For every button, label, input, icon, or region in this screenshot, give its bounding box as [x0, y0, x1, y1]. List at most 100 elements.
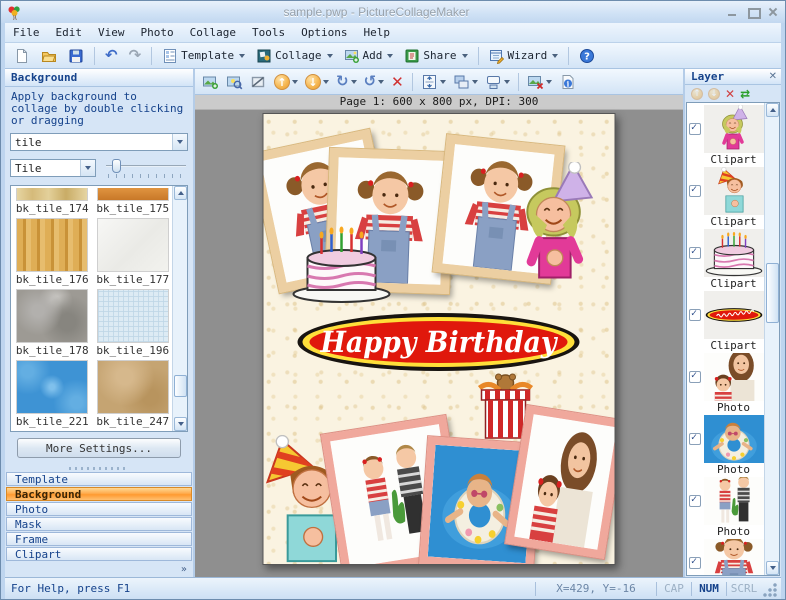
tab-template[interactable]: Template — [6, 472, 192, 486]
save-button[interactable] — [63, 45, 89, 67]
menu-options[interactable]: Options — [293, 24, 355, 41]
template-button[interactable]: Template — [157, 45, 250, 67]
background-type-dropdown[interactable]: Tile — [10, 159, 96, 177]
collage-page[interactable]: Happy Birthday — [263, 113, 616, 565]
menu-help[interactable]: Help — [355, 24, 398, 41]
bring-forward-caret[interactable] — [292, 80, 298, 84]
tile-thumbnail[interactable] — [97, 289, 169, 343]
layer-thumbnail-pool-photo[interactable] — [704, 415, 764, 463]
tile-thumbnail[interactable] — [16, 188, 88, 201]
bring-forward-button[interactable]: ↑ — [271, 71, 301, 93]
send-backward-caret[interactable] — [323, 80, 329, 84]
tab-frame[interactable]: Frame — [6, 532, 192, 546]
scroll-up-arrow[interactable] — [174, 186, 187, 200]
remove-background-caret[interactable] — [546, 80, 552, 84]
layer-visibility-checkbox[interactable] — [689, 495, 701, 507]
layer-delete-button[interactable]: ✕ — [725, 87, 735, 101]
menu-photo[interactable]: Photo — [133, 24, 182, 41]
share-button[interactable]: Share — [399, 45, 472, 67]
collage-button[interactable]: Collage — [251, 45, 337, 67]
expand-chevron-icon[interactable]: » — [181, 564, 187, 575]
layer-order-caret[interactable] — [472, 80, 478, 84]
layer-item[interactable]: Clipart — [689, 105, 764, 166]
tile-list-scrollbar[interactable] — [172, 186, 187, 431]
fit-page-button[interactable] — [418, 71, 449, 93]
tile-thumbnail[interactable] — [16, 289, 88, 343]
tile-thumbnail[interactable] — [97, 218, 169, 272]
remove-background-button[interactable] — [524, 71, 555, 93]
layer-item[interactable] — [689, 539, 764, 576]
fit-page-caret[interactable] — [440, 80, 446, 84]
layer-visibility-checkbox[interactable] — [689, 371, 701, 383]
rotate-cw-button[interactable]: ↻ — [333, 71, 360, 92]
tile-item[interactable]: bk_tile_174 — [15, 188, 90, 216]
menu-tools[interactable]: Tools — [244, 24, 293, 41]
layer-item[interactable]: Photo — [689, 353, 764, 414]
add-button[interactable]: Add — [339, 45, 399, 67]
layer-thumbnail-cake-clipart[interactable] — [704, 229, 764, 277]
layer-thumbnail-toddler-photo[interactable] — [704, 539, 764, 576]
girl-clipart[interactable] — [516, 162, 600, 288]
tab-mask[interactable]: Mask — [6, 517, 192, 531]
page-size-button[interactable] — [482, 71, 513, 93]
tile-item[interactable]: bk_tile_176 — [15, 218, 90, 287]
birthday-banner[interactable]: Happy Birthday — [296, 312, 582, 377]
menu-collage[interactable]: Collage — [182, 24, 244, 41]
minimize-button[interactable] — [727, 7, 739, 17]
layer-visibility-checkbox[interactable] — [689, 185, 701, 197]
tab-background[interactable]: Background — [6, 487, 192, 501]
replace-photo-button[interactable] — [223, 71, 246, 93]
layer-thumbnail-mother-photo[interactable] — [704, 353, 764, 401]
delete-object-button[interactable]: ✕ — [388, 70, 407, 94]
layer-visibility-checkbox[interactable] — [689, 123, 701, 135]
resize-grip[interactable] — [763, 583, 779, 599]
tile-thumbnail[interactable] — [97, 360, 169, 414]
menu-view[interactable]: View — [90, 24, 133, 41]
tile-item[interactable]: bk_tile_177 — [96, 218, 171, 287]
panel-splitter-handle[interactable] — [5, 464, 193, 472]
tile-item[interactable]: bk_tile_175 — [96, 188, 171, 216]
layer-item[interactable]: Clipart — [689, 291, 764, 352]
rotate-cw-caret[interactable] — [351, 80, 357, 84]
background-category-dropdown[interactable]: tile — [10, 133, 188, 151]
scroll-down-arrow[interactable] — [766, 561, 779, 575]
new-button[interactable] — [9, 45, 35, 67]
scroll-down-arrow[interactable] — [174, 417, 187, 431]
layer-visibility-checkbox[interactable] — [689, 247, 701, 259]
undo-button[interactable]: ↶ — [100, 45, 123, 66]
tile-item[interactable]: bk_tile_196 — [96, 289, 171, 358]
rotate-ccw-button[interactable]: ↺ — [361, 71, 388, 92]
tile-thumbnail[interactable] — [16, 360, 88, 414]
tab-clipart[interactable]: Clipart — [6, 547, 192, 561]
tile-item[interactable]: bk_tile_178 — [15, 289, 90, 358]
cake-clipart[interactable] — [290, 222, 394, 304]
scrollbar-thumb[interactable] — [174, 375, 187, 397]
rotate-ccw-caret[interactable] — [378, 80, 384, 84]
layer-item[interactable]: Clipart — [689, 167, 764, 228]
scrollbar-thumb[interactable] — [766, 263, 779, 323]
page-size-caret[interactable] — [504, 80, 510, 84]
tab-photo[interactable]: Photo — [6, 502, 192, 516]
wizard-button[interactable]: Wizard — [484, 45, 564, 67]
restore-button[interactable] — [747, 7, 759, 17]
tile-item[interactable]: bk_tile_221 — [15, 360, 90, 429]
layer-thumbnail-girl-clipart[interactable] — [704, 105, 764, 153]
layer-thumbnail-banner-clipart[interactable] — [704, 291, 764, 339]
tile-thumbnail[interactable] — [16, 218, 88, 272]
more-settings-button[interactable]: More Settings... — [17, 438, 181, 458]
layer-thumbnail-boy-clipart[interactable] — [704, 167, 764, 215]
redo-button[interactable]: ↷ — [124, 45, 147, 66]
close-button[interactable] — [767, 7, 779, 17]
properties-button[interactable]: i — [556, 71, 579, 93]
menu-edit[interactable]: Edit — [48, 24, 91, 41]
layer-visibility-checkbox[interactable] — [689, 309, 701, 321]
layer-item[interactable]: Photo — [689, 477, 764, 538]
scroll-up-arrow[interactable] — [766, 103, 779, 117]
tile-thumbnail[interactable] — [97, 188, 169, 201]
layer-move-down-button[interactable]: ↓ — [708, 88, 720, 100]
tile-item[interactable]: bk_tile_247 — [96, 360, 171, 429]
crop-button[interactable] — [247, 71, 270, 93]
layer-swap-button[interactable]: ⇄ — [740, 87, 750, 101]
menu-file[interactable]: File — [5, 24, 48, 41]
layer-move-up-button[interactable]: ↑ — [691, 88, 703, 100]
